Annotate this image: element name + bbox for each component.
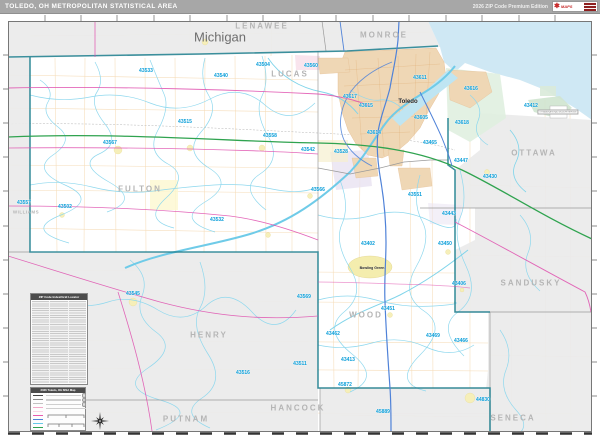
hancock-area <box>320 388 490 431</box>
zip-index-column <box>32 301 50 383</box>
zip-index-title: ZIP Code Index/Grid Locator <box>31 294 87 300</box>
logo-text: MAPS <box>560 4 573 9</box>
seneca-area <box>485 312 592 431</box>
title-bar: TOLEDO, OH METROPOLITAN STATISTICAL AREA… <box>0 0 600 14</box>
zip-index-column <box>68 301 86 383</box>
legend-line-sample <box>33 394 43 397</box>
map-canvas <box>3 15 597 435</box>
map-title: TOLEDO, OH METROPOLITAN STATISTICAL AREA <box>5 3 178 10</box>
edition-label: 2026 ZIP Code Premium Edition <box>472 4 548 10</box>
legend-symbol-column <box>33 394 44 429</box>
scale-bar-kilometers <box>47 423 85 427</box>
scale-bar-miles <box>47 414 85 418</box>
zip-index-column <box>50 301 68 383</box>
logo-block-icon <box>584 2 596 11</box>
zip-index-panel: ZIP Code Index/Grid Locator <box>30 293 88 385</box>
legend-body <box>33 393 86 429</box>
marketmaps-logo: ✱ MAPS <box>552 1 598 12</box>
refuge-label-box <box>549 105 568 119</box>
logo-burst-icon: ✱ <box>554 3 560 10</box>
zip-index-table <box>32 301 86 383</box>
map-sheet: { "header": { "title": "TOLEDO, OH METRO… <box>0 0 600 437</box>
sandusky-area <box>455 208 592 312</box>
legend-panel: 2026 Toledo, OH MSA Map <box>30 387 86 431</box>
legend-scale-column <box>46 393 86 429</box>
legend-title: 2026 Toledo, OH MSA Map <box>31 388 85 393</box>
williams-area <box>8 58 30 252</box>
